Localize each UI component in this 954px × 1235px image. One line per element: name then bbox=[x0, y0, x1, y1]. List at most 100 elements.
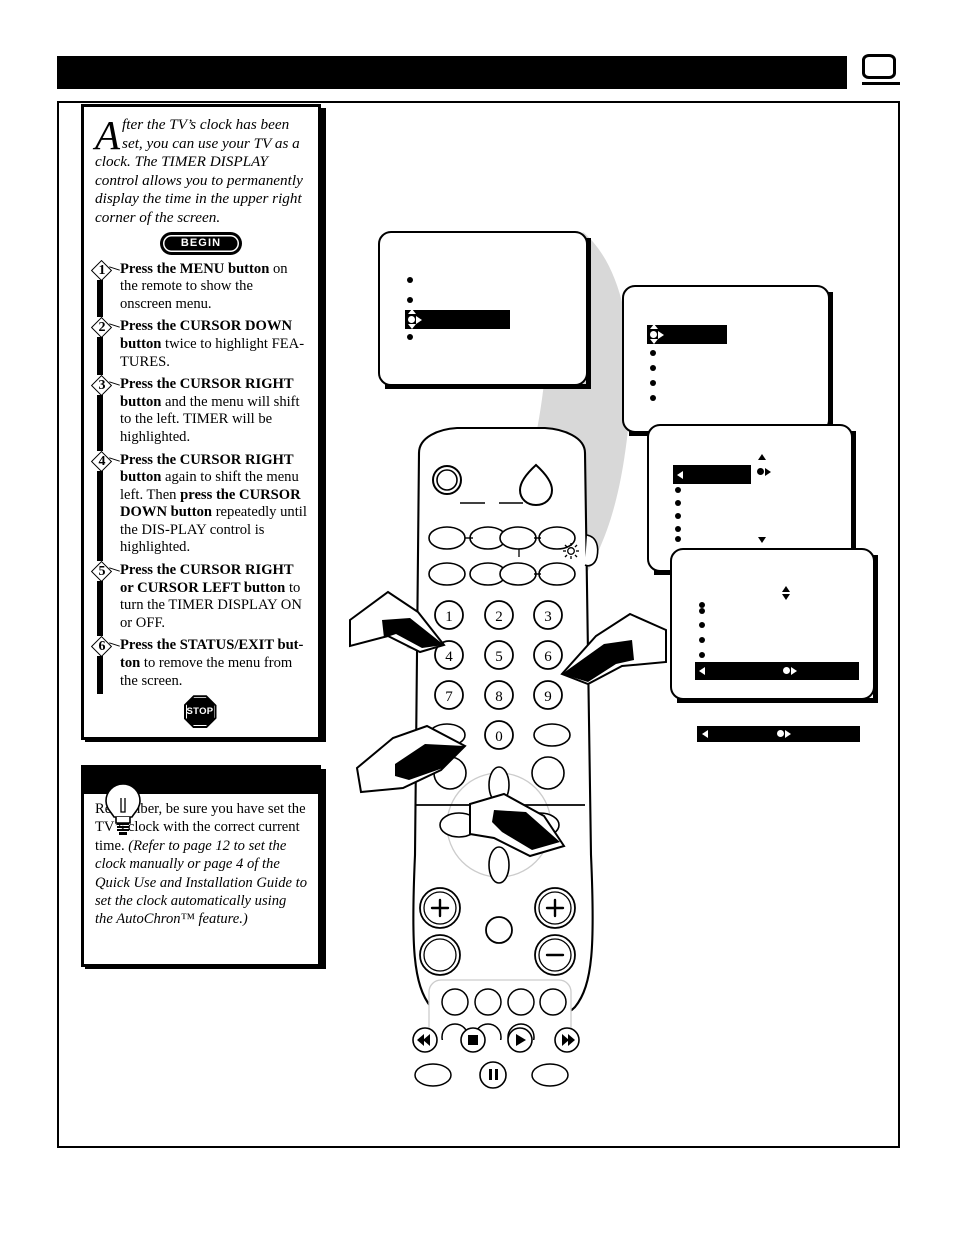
step-number-marker-4: 4 bbox=[90, 450, 121, 472]
tv-icon-base bbox=[862, 82, 900, 85]
step-rule-2 bbox=[97, 337, 103, 376]
menu-bullet bbox=[699, 652, 705, 658]
menu-highlight-bar bbox=[673, 465, 751, 484]
oval-button bbox=[533, 723, 571, 747]
remote-side-bump bbox=[584, 534, 599, 567]
intro-paragraph: After the TV’s clock has been set, you c… bbox=[84, 107, 318, 228]
pause-icon bbox=[479, 1061, 507, 1089]
pointing-hand-cursor-right bbox=[560, 612, 667, 686]
menu-bullet bbox=[675, 536, 681, 542]
step-bold-5: Press the CURSOR RIGHT or CURSOR LEFT bu… bbox=[120, 562, 294, 596]
menu-highlight-bar bbox=[405, 309, 510, 329]
menu-bullet bbox=[650, 395, 656, 401]
step-number-6: 6 bbox=[98, 639, 106, 655]
instruction-panel-shadow-right bbox=[321, 108, 326, 742]
menu-setting-bar bbox=[697, 726, 860, 742]
step-text-3: Press the CURSOR RIGHT button and the me… bbox=[120, 376, 308, 446]
menu-cursor-right-icon bbox=[765, 468, 771, 476]
intro-dropcap: A bbox=[95, 112, 121, 158]
menu-scroll-down-icon bbox=[758, 537, 766, 543]
menu-screen-4 bbox=[670, 548, 878, 703]
step-rule-1 bbox=[97, 279, 103, 318]
menu-bullet bbox=[699, 622, 705, 628]
menu-bullet bbox=[407, 334, 413, 340]
oval-button bbox=[428, 526, 466, 550]
step-number-marker-6: 6 bbox=[90, 636, 121, 658]
remote-transport-strip bbox=[412, 1027, 580, 1089]
step-item-6: 6 Press the STATUS/EXIT but-ton to remov… bbox=[90, 636, 308, 695]
menu-screen-2 bbox=[622, 285, 833, 436]
step-list: 1 Press the MENU button on the remote to… bbox=[84, 252, 318, 729]
menu-highlight-bar bbox=[695, 662, 859, 680]
step-number-marker-1: 1 bbox=[90, 259, 121, 281]
step-number-2: 2 bbox=[98, 320, 106, 336]
begin-badge: BEGIN bbox=[163, 234, 239, 252]
menu-cursor-dot bbox=[757, 468, 764, 475]
vcr-button bbox=[441, 988, 469, 1016]
step-text-2: Press the CURSOR DOWN button twice to hi… bbox=[120, 318, 308, 371]
intro-text: fter the TV’s clock has been set, you ca… bbox=[95, 116, 303, 226]
menu-bullet bbox=[699, 637, 705, 643]
svg-text:5: 5 bbox=[495, 649, 503, 665]
menu-bullet bbox=[675, 526, 681, 532]
step-item-4: 4 Press the CURSOR RIGHT button again to… bbox=[90, 450, 308, 562]
menu-scroll-up-icon bbox=[782, 586, 790, 592]
step-number-marker-5: 5 bbox=[90, 560, 121, 583]
oval-button bbox=[428, 562, 466, 586]
vcr-button bbox=[507, 988, 535, 1016]
menu-bullet bbox=[650, 380, 656, 386]
menu-bullet bbox=[699, 608, 705, 614]
menu-screen-1 bbox=[378, 231, 591, 389]
menu-scroll-up-icon bbox=[758, 454, 766, 460]
tv-screen-icon bbox=[862, 54, 900, 86]
step-number-4: 4 bbox=[98, 453, 106, 469]
step-text-6: Press the STATUS/EXIT but-ton to remove … bbox=[120, 637, 308, 690]
step-number-marker-2: 2 bbox=[90, 317, 121, 339]
step-rule-6 bbox=[97, 656, 103, 695]
menu-bullet bbox=[650, 365, 656, 371]
power-button-inner bbox=[436, 469, 458, 491]
menu-highlight-bar bbox=[647, 324, 727, 344]
menu-bullet bbox=[407, 277, 413, 283]
svg-text:7: 7 bbox=[445, 689, 453, 705]
menu-bullet bbox=[675, 500, 681, 506]
step-number-5: 5 bbox=[98, 564, 106, 580]
step-number-3: 3 bbox=[98, 378, 106, 394]
step-text-4: Press the CURSOR RIGHT button again to s… bbox=[120, 452, 308, 558]
instruction-panel: After the TV’s clock has been set, you c… bbox=[81, 104, 321, 740]
tv-icon-glass bbox=[862, 54, 896, 79]
pointing-hand-cursor-down bbox=[355, 724, 467, 794]
step-item-2: 2 Press the CURSOR DOWN button twice to … bbox=[90, 317, 308, 376]
step-rule-3 bbox=[97, 395, 103, 451]
step-rule-4 bbox=[97, 470, 103, 562]
tip-panel-shadow-right bbox=[321, 769, 326, 969]
step-bold-1: Press the MENU button bbox=[120, 260, 270, 277]
oval-button bbox=[414, 1063, 452, 1087]
page-header-bar bbox=[57, 56, 847, 89]
step-rest-6: to remove the menu from the screen. bbox=[120, 655, 293, 689]
oval-button bbox=[499, 562, 537, 586]
step-number-1: 1 bbox=[98, 262, 106, 278]
step-number-marker-3: 3 bbox=[90, 375, 121, 397]
stop-badge: STOP bbox=[183, 695, 217, 729]
step-item-3: 3 Press the CURSOR RIGHT button and the … bbox=[90, 375, 308, 451]
center-button bbox=[485, 916, 513, 944]
menu-bullet bbox=[675, 487, 681, 493]
oval-button bbox=[538, 526, 576, 550]
menu-bullet bbox=[650, 350, 656, 356]
vcr-button bbox=[539, 988, 567, 1016]
pointing-hand-menu bbox=[349, 590, 446, 654]
oval-button bbox=[499, 526, 537, 550]
svg-text:0: 0 bbox=[495, 729, 503, 745]
status-exit-button bbox=[531, 756, 565, 790]
step-text-1: Press the MENU button on the remote to s… bbox=[120, 261, 308, 314]
step-item-1: 1 Press the MENU button on the remote to… bbox=[90, 259, 308, 318]
svg-text:2: 2 bbox=[495, 609, 503, 625]
step-rule-5 bbox=[97, 581, 103, 637]
oval-button bbox=[531, 1063, 569, 1087]
lightbulb-icon bbox=[96, 770, 150, 835]
step-text-5: Press the CURSOR RIGHT or CURSOR LEFT bu… bbox=[120, 562, 308, 632]
menu-bullet bbox=[407, 297, 413, 303]
menu-scroll-down-icon bbox=[782, 594, 790, 600]
oval-button bbox=[538, 562, 576, 586]
